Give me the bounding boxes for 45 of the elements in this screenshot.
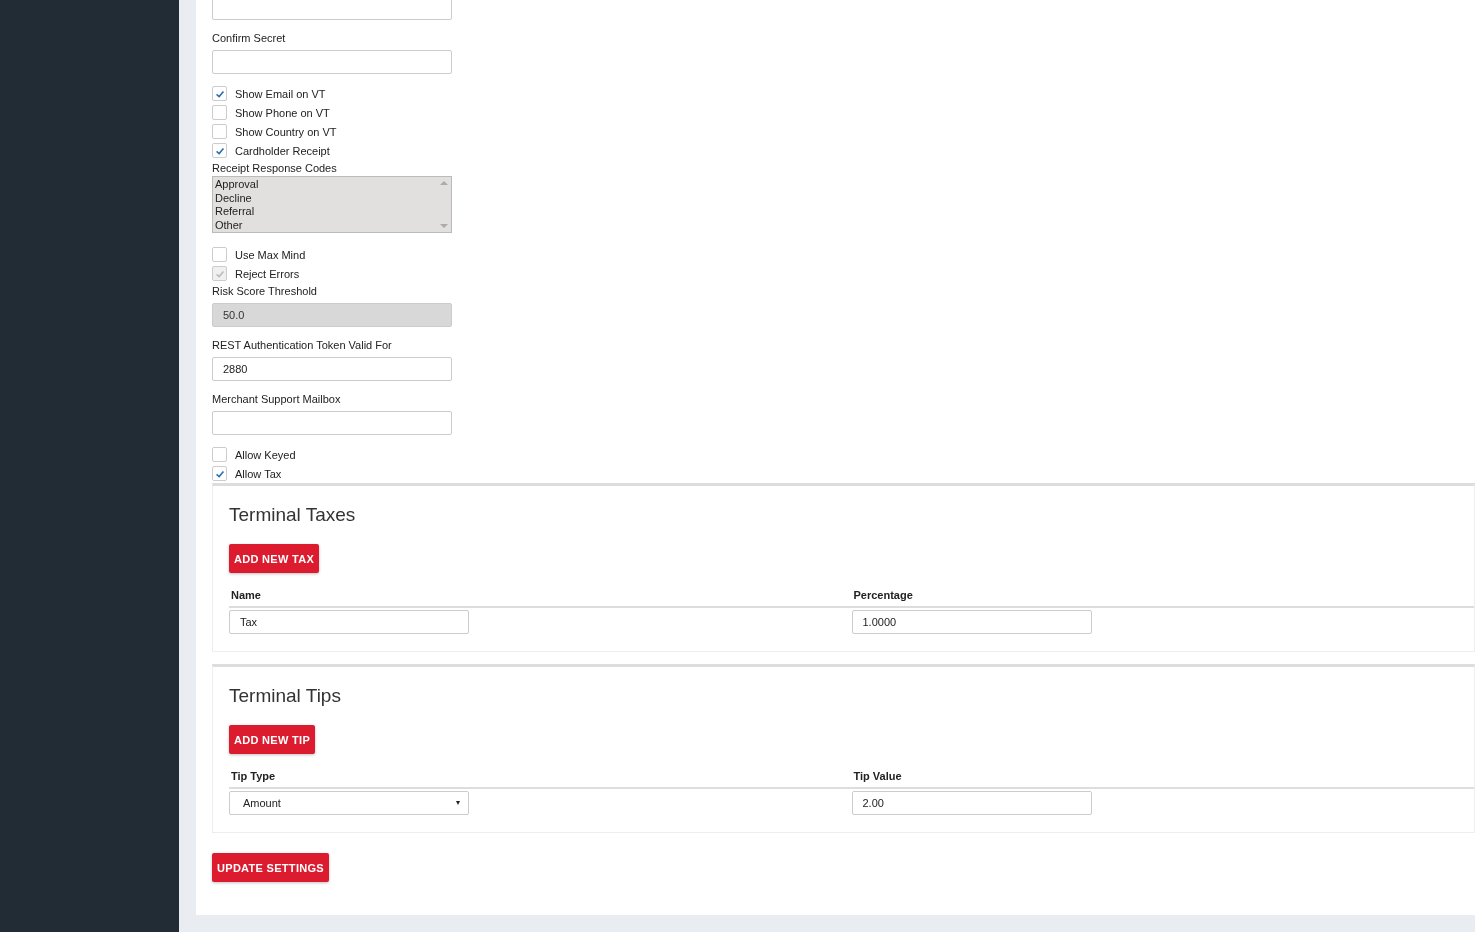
input-field[interactable]: Tax [229,610,469,634]
list-box[interactable]: Approval Decline Referral Other [212,176,452,233]
checkbox-label: Show Email on VT [235,87,326,100]
list-option[interactable]: Referral [215,205,435,219]
input-field[interactable]: 2.00 [851,791,1092,815]
checkbox[interactable] [212,86,227,101]
input-field[interactable] [212,50,452,74]
checkbox-label: Reject Errors [235,267,300,280]
column-header: Tip Type [230,770,277,782]
field-label: Merchant Support Mailbox [212,392,342,407]
update-settings-button[interactable]: UPDATE SETTINGS [212,853,329,882]
field-label: Receipt Response Codes [212,161,338,176]
column-header: Name [230,589,262,601]
input-field[interactable] [212,0,452,20]
checkbox[interactable] [212,247,227,262]
input-field[interactable] [212,411,452,435]
input-field[interactable]: 1.0000 [851,610,1092,634]
checkbox-label: Use Max Mind [235,248,306,261]
checkbox[interactable] [212,143,227,158]
select-field[interactable]: Amount [229,791,469,815]
scroll-up-icon[interactable] [440,181,448,185]
checkbox-label: Allow Keyed [235,448,296,461]
field-label: Risk Score Threshold [212,284,318,299]
list-option[interactable]: Decline [215,191,435,205]
checkbox-label: Show Phone on VT [235,106,330,119]
checkbox[interactable] [212,105,227,120]
checkbox-label: Show Country on VT [235,125,337,138]
caret-icon [456,801,460,805]
list-option[interactable]: Approval [215,178,435,192]
checkbox[interactable] [212,466,227,481]
add-button[interactable]: ADD NEW TAX [229,544,320,573]
column-header: Percentage [852,589,914,601]
checkbox-label: Allow Tax [235,467,282,480]
checkbox-label: Cardholder Receipt [235,144,330,157]
scroll-down-icon[interactable] [440,224,448,228]
panel-title: Terminal Tips [229,684,342,708]
field-label: Confirm Secret [212,31,287,46]
panel-title: Terminal Taxes [229,503,357,527]
checkbox[interactable] [212,447,227,462]
column-header: Tip Value [852,770,903,782]
list-option[interactable]: Other [215,218,435,232]
input-field[interactable]: 2880 [212,357,452,381]
add-button[interactable]: ADD NEW TIP [229,725,316,754]
checkbox[interactable] [212,124,227,139]
field-label: REST Authentication Token Valid For [212,338,393,353]
